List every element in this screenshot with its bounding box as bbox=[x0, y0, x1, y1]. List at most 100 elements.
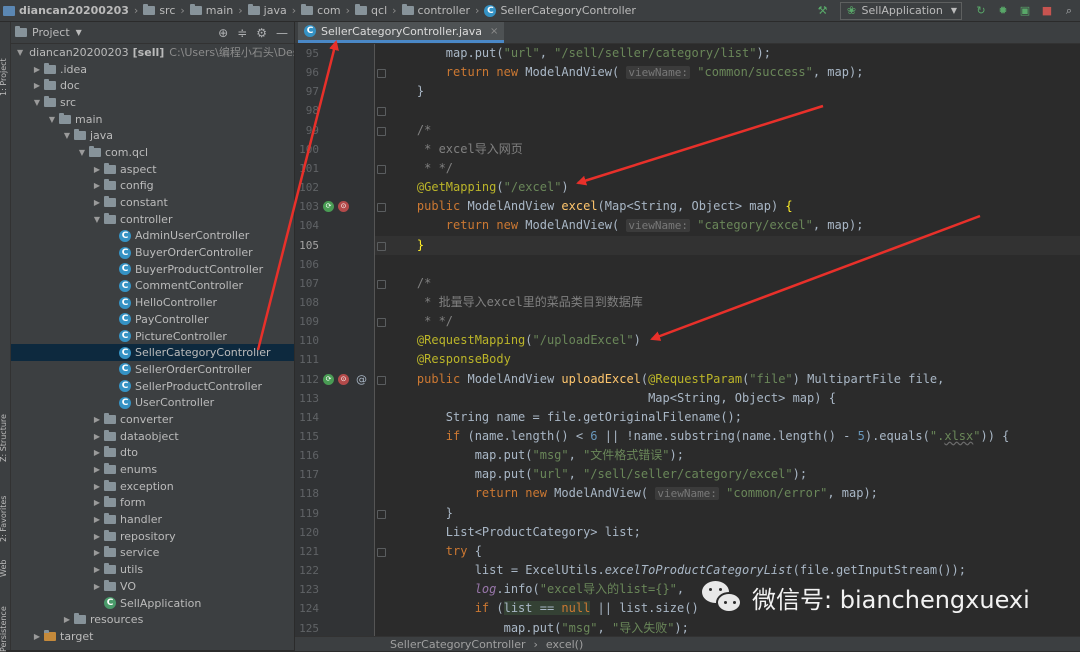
request-mapping-icon[interactable]: ⊙ bbox=[338, 201, 349, 212]
line-number: 99 bbox=[305, 124, 319, 137]
spring-bean-icon[interactable]: ⟳ bbox=[323, 201, 334, 212]
code-text: } bbox=[388, 506, 454, 520]
run-configuration-select[interactable]: ❀ SellApplication ▼ bbox=[839, 1, 962, 20]
breadcrumb-separator: › bbox=[238, 4, 243, 17]
breadcrumb-separator: › bbox=[291, 4, 297, 17]
nav-crumb[interactable]: src bbox=[140, 4, 178, 17]
nav-crumb[interactable]: controller bbox=[399, 4, 473, 17]
class-icon: C bbox=[484, 4, 497, 17]
line-number: 115 bbox=[299, 430, 319, 443]
folder-icon bbox=[189, 4, 202, 15]
debug-icon[interactable]: ✹ bbox=[996, 4, 1010, 18]
project-icon bbox=[3, 5, 15, 16]
hide-icon[interactable]: — bbox=[276, 26, 288, 40]
breadcrumb-separator: › bbox=[345, 4, 351, 17]
code-text: @ResponseBody bbox=[416, 352, 511, 366]
line-number: 109 bbox=[299, 315, 319, 328]
line-number: 106 bbox=[299, 258, 319, 271]
editor-breadcrumb: SellerCategoryController › excel() bbox=[295, 636, 1080, 651]
spring-bean-icon[interactable]: ⟳ bbox=[323, 374, 334, 385]
nav-crumb[interactable]: com bbox=[298, 4, 344, 17]
line-number: 110 bbox=[299, 334, 319, 347]
code-line[interactable] bbox=[0, 255, 1080, 274]
nav-crumb-label: SellerCategoryController bbox=[500, 4, 636, 17]
folder-icon bbox=[401, 4, 414, 15]
fold-marker-icon[interactable] bbox=[377, 376, 386, 385]
fold-marker-icon[interactable] bbox=[377, 280, 386, 289]
code-line[interactable] bbox=[0, 312, 1080, 331]
breadcrumb-separator: › bbox=[133, 4, 139, 17]
fold-marker-icon[interactable] bbox=[377, 548, 386, 557]
nav-crumb-label: java bbox=[263, 4, 287, 17]
code-line[interactable] bbox=[0, 350, 1080, 369]
fold-marker-icon[interactable] bbox=[377, 203, 386, 212]
fold-marker-icon[interactable] bbox=[377, 165, 386, 174]
breadcrumb-method[interactable]: excel() bbox=[546, 638, 583, 651]
stop-icon[interactable]: ■ bbox=[1040, 4, 1054, 18]
collapse-all-icon[interactable]: ≑ bbox=[237, 26, 247, 40]
run-config-label: SellApplication bbox=[861, 4, 943, 17]
folder-icon bbox=[247, 4, 260, 15]
folder-icon bbox=[15, 26, 27, 37]
close-icon[interactable]: × bbox=[490, 26, 498, 37]
code-text: return new ModelAndView( viewName: "cate… bbox=[445, 218, 864, 232]
build-hammer-icon[interactable]: ⚒ bbox=[816, 4, 830, 18]
gear-icon[interactable]: ⚙ bbox=[256, 26, 267, 40]
fold-marker-icon[interactable] bbox=[377, 510, 386, 519]
nav-crumb[interactable]: java bbox=[245, 4, 290, 17]
line-number: 113 bbox=[299, 392, 319, 405]
code-text: map.put("msg", "文件格式错误"); bbox=[388, 448, 684, 462]
code-text: return new ModelAndView( viewName: "comm… bbox=[474, 486, 878, 500]
code-line[interactable] bbox=[0, 101, 1080, 120]
nav-crumb[interactable]: C SellerCategoryController bbox=[481, 4, 639, 17]
code-line[interactable] bbox=[0, 274, 1080, 293]
rerun-icon[interactable]: ↻ bbox=[974, 4, 988, 18]
code-text: * excel导入网页 bbox=[388, 142, 523, 156]
line-number: 107 bbox=[299, 277, 319, 290]
line-number: 105 bbox=[299, 239, 319, 252]
line-number: 119 bbox=[299, 507, 319, 520]
nav-crumb[interactable]: diancan20200203 bbox=[0, 4, 132, 17]
breadcrumb-separator: › bbox=[392, 4, 397, 17]
code-line[interactable] bbox=[0, 121, 1080, 140]
code-text: try { bbox=[445, 544, 482, 558]
nav-crumb-label: com bbox=[317, 4, 341, 17]
line-number: 120 bbox=[299, 526, 319, 539]
tab-seller-category-controller[interactable]: C SellerCategoryController.java × bbox=[298, 22, 505, 43]
fold-marker-icon[interactable] bbox=[377, 69, 386, 78]
code-text: if (name.length() < 6 || !name.substring… bbox=[445, 429, 1010, 443]
line-number: 118 bbox=[299, 487, 319, 500]
wechat-watermark: 微信号: bianchengxuexi bbox=[700, 577, 1030, 617]
watermark-text: 微信号: bianchengxuexi bbox=[752, 585, 1030, 614]
code-text: @GetMapping("/excel") bbox=[416, 180, 569, 194]
nav-crumb[interactable]: qcl bbox=[352, 4, 390, 17]
line-number: 123 bbox=[299, 583, 319, 596]
breadcrumb-separator: › bbox=[533, 637, 538, 651]
chevron-down-icon: ▼ bbox=[950, 6, 957, 15]
breadcrumb-class[interactable]: SellerCategoryController bbox=[390, 638, 526, 651]
folder-icon bbox=[355, 4, 368, 15]
fold-marker-icon[interactable] bbox=[377, 318, 386, 327]
line-number: 100 bbox=[299, 143, 319, 156]
code-line[interactable] bbox=[0, 504, 1080, 523]
fold-marker-icon[interactable] bbox=[377, 242, 386, 251]
fold-marker-icon[interactable] bbox=[377, 127, 386, 136]
code-line[interactable] bbox=[0, 542, 1080, 561]
code-line[interactable] bbox=[0, 159, 1080, 178]
coverage-icon[interactable]: ▣ bbox=[1018, 4, 1032, 18]
search-icon[interactable]: ⌕ bbox=[1062, 4, 1076, 18]
line-number: 114 bbox=[299, 411, 319, 424]
line-number: 112 bbox=[299, 373, 319, 386]
fold-marker-icon[interactable] bbox=[377, 107, 386, 116]
annotation-icon[interactable]: @ bbox=[356, 374, 367, 385]
request-mapping-icon[interactable]: ⊙ bbox=[338, 374, 349, 385]
code-line[interactable] bbox=[0, 140, 1080, 159]
code-text: map.put("url", "/sell/seller/category/li… bbox=[388, 46, 771, 60]
code-line[interactable] bbox=[0, 82, 1080, 101]
locate-icon[interactable]: ⊕ bbox=[218, 26, 228, 40]
project-view-selector[interactable]: Project ▼ bbox=[15, 26, 82, 39]
code-line[interactable] bbox=[375, 236, 1080, 255]
nav-crumb[interactable]: main bbox=[187, 4, 236, 17]
class-icon: C bbox=[304, 25, 316, 37]
folder-icon bbox=[143, 4, 156, 15]
